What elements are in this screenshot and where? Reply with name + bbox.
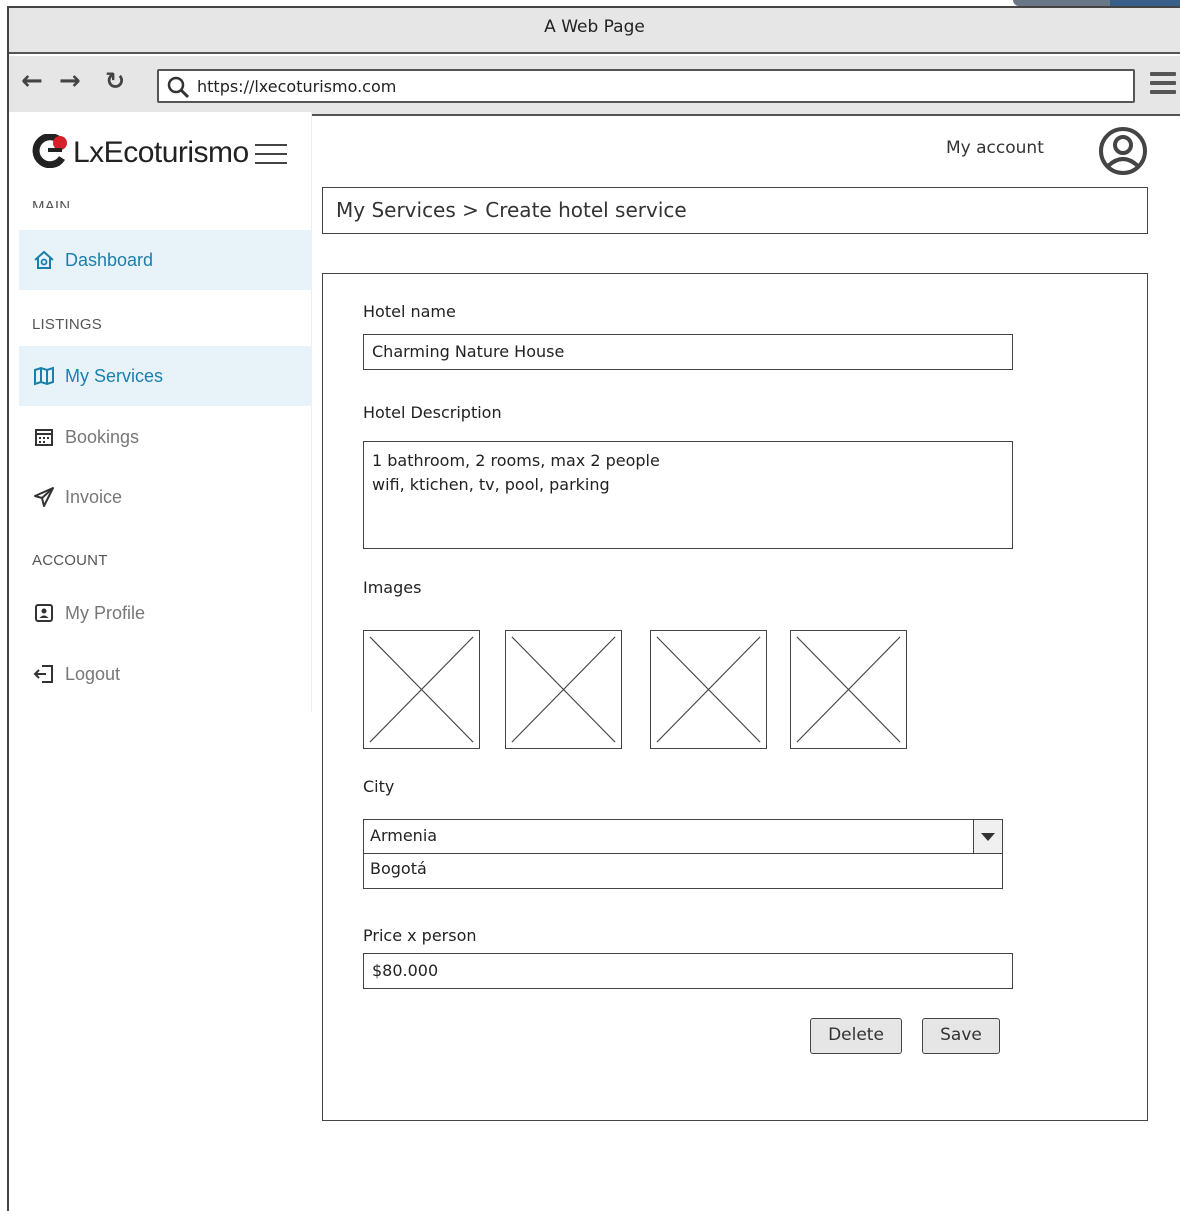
- back-arrow-icon[interactable]: ←: [21, 68, 43, 94]
- sidebar-item-logout[interactable]: Logout: [19, 644, 312, 704]
- image-placeholder[interactable]: [650, 630, 767, 749]
- window-corner-decoration: [990, 0, 1180, 8]
- window-title: A Web Page: [9, 8, 1180, 54]
- my-account-link[interactable]: My account: [946, 138, 1044, 158]
- section-label-main: MAIN: [32, 198, 71, 208]
- city-select[interactable]: Armenia: [363, 819, 1003, 855]
- sidebar-item-label: Bookings: [65, 427, 140, 447]
- price-input[interactable]: $80.000: [363, 953, 1013, 989]
- menu-icon[interactable]: [1150, 72, 1176, 96]
- sidebar-item-my-services[interactable]: My Services: [19, 346, 312, 406]
- forward-arrow-icon[interactable]: →: [59, 68, 81, 94]
- hotel-service-form: Hotel name Charming Nature House Hotel D…: [322, 273, 1148, 1121]
- price-label: Price x person: [363, 926, 477, 945]
- calendar-icon: [35, 429, 53, 446]
- images-label: Images: [363, 578, 422, 597]
- user-avatar-icon[interactable]: [1098, 126, 1148, 176]
- hotel-name-input[interactable]: Charming Nature House: [363, 334, 1013, 370]
- address-bar[interactable]: https://lxecoturismo.com: [157, 69, 1135, 103]
- url-text: https://lxecoturismo.com: [197, 77, 397, 96]
- paper-plane-icon: [34, 487, 54, 507]
- logout-icon: [33, 665, 53, 683]
- city-option[interactable]: Bogotá: [363, 853, 1003, 889]
- sidebar-item-label: My Profile: [65, 603, 146, 623]
- hotel-description-label: Hotel Description: [363, 403, 502, 422]
- delete-button[interactable]: Delete: [810, 1018, 902, 1054]
- sidebar-item-bookings[interactable]: Bookings: [19, 407, 312, 467]
- section-label-listings: LISTINGS: [32, 316, 102, 333]
- brand-name: LxEcoturismo: [73, 136, 249, 169]
- profile-icon: [35, 604, 53, 622]
- description-line: wifi, ktichen, tv, pool, parking: [372, 475, 610, 494]
- search-icon: [167, 76, 190, 99]
- sidebar: LxEcoturismo MAIN Dashboard LISTINGS My …: [9, 112, 312, 712]
- browser-toolbar: ← → ↻ https://lxecoturismo.com: [9, 56, 1180, 116]
- hotel-description-textarea[interactable]: 1 bathroom, 2 rooms, max 2 people wifi, …: [363, 441, 1013, 549]
- chevron-down-icon[interactable]: [973, 820, 1002, 853]
- hotel-name-label: Hotel name: [363, 302, 456, 321]
- section-label-account: ACCOUNT: [32, 552, 108, 569]
- sidebar-item-invoice[interactable]: Invoice: [19, 467, 312, 527]
- logo-icon: [32, 134, 67, 168]
- sidebar-toggle-icon[interactable]: [255, 144, 287, 166]
- map-icon: [34, 366, 54, 386]
- image-placeholder[interactable]: [790, 630, 907, 749]
- description-line: 1 bathroom, 2 rooms, max 2 people: [372, 451, 660, 470]
- image-placeholder[interactable]: [505, 630, 622, 749]
- breadcrumb: My Services > Create hotel service: [322, 187, 1148, 234]
- sidebar-item-label: Invoice: [65, 487, 123, 507]
- sidebar-item-dashboard[interactable]: Dashboard: [19, 230, 312, 290]
- save-button[interactable]: Save: [922, 1018, 1000, 1054]
- sidebar-item-label: Dashboard: [65, 250, 154, 270]
- sidebar-item-label: My Services: [65, 366, 164, 386]
- image-placeholder[interactable]: [363, 630, 480, 749]
- home-icon: [34, 250, 54, 269]
- sidebar-item-label: Logout: [65, 664, 121, 684]
- city-label: City: [363, 777, 395, 796]
- reload-icon[interactable]: ↻: [105, 68, 125, 94]
- sidebar-item-my-profile[interactable]: My Profile: [19, 583, 312, 643]
- city-selected-value: Armenia: [370, 826, 438, 845]
